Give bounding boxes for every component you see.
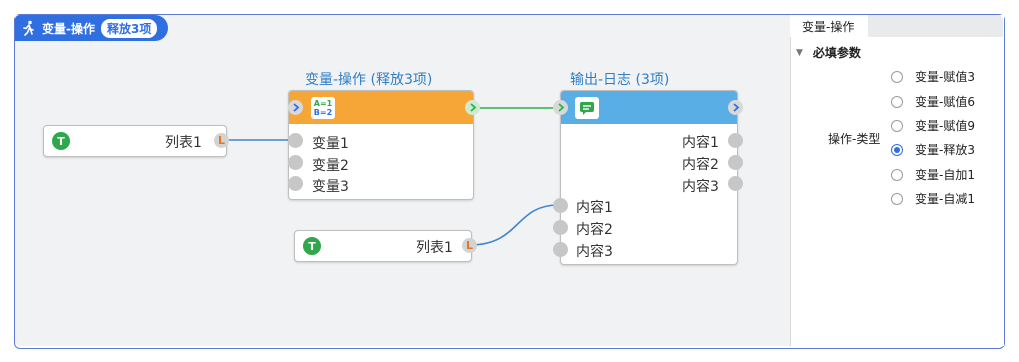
radio-button[interactable]	[891, 119, 903, 132]
log-output-label: 内容3	[682, 179, 719, 195]
radio-label: 变量-赋值9	[915, 119, 975, 133]
assign-icon-line2: B=2	[313, 108, 333, 117]
chevron-right-icon	[558, 103, 565, 112]
text-type-icon: T	[52, 132, 70, 150]
var-op-flow-out[interactable]	[465, 100, 480, 115]
list-output-port[interactable]: L	[214, 133, 229, 148]
list-output-port[interactable]: L	[462, 238, 477, 253]
var-op-node-title: 变量-操作 (释放3项)	[305, 72, 433, 88]
list-source-label: 列表1	[416, 240, 453, 256]
log-flow-in[interactable]	[553, 100, 568, 115]
radio-button[interactable]	[891, 192, 903, 205]
log-input-label: 内容2	[576, 222, 613, 238]
radio-label: 变量-赋值3	[915, 70, 975, 84]
operation-type-label: 操作-类型	[828, 132, 881, 146]
section-title: 必填参数	[812, 46, 861, 60]
radio-button[interactable]	[891, 168, 903, 181]
var-input-port[interactable]	[288, 155, 303, 170]
radio-label: 变量-释放3	[915, 143, 975, 157]
var-input-port[interactable]	[288, 133, 303, 148]
log-node-title: 输出-日志 (3项)	[570, 72, 670, 88]
var-port-label: 变量3	[312, 179, 349, 195]
flow-title-bar: 变量-操作 释放3项	[15, 15, 168, 41]
chevron-right-icon	[293, 103, 300, 112]
assign-icon: A=1 B=2	[311, 97, 335, 119]
log-output-port[interactable]	[728, 176, 743, 191]
var-input-port[interactable]	[288, 176, 303, 191]
log-output-label: 内容2	[682, 157, 719, 173]
list-source-node-1[interactable]: T 列表1	[43, 125, 227, 157]
radio-option-release3[interactable]: 变量-释放3	[891, 141, 975, 158]
run-icon	[23, 20, 34, 36]
caret-down-icon: ▼	[796, 47, 803, 58]
radio-label: 变量-自加1	[915, 168, 975, 182]
radio-button[interactable]	[891, 70, 903, 83]
list-source-label: 列表1	[165, 135, 202, 151]
var-port-label: 变量2	[312, 158, 349, 174]
chevron-right-icon	[733, 103, 740, 112]
radio-button-selected[interactable]	[891, 143, 903, 156]
log-output-port[interactable]	[728, 133, 743, 148]
log-output-port[interactable]	[728, 155, 743, 170]
radio-option-assign9[interactable]: 变量-赋值9	[891, 117, 975, 134]
radio-option-assign6[interactable]: 变量-赋值6	[891, 93, 975, 110]
radio-button[interactable]	[891, 95, 903, 108]
log-flow-out[interactable]	[728, 100, 743, 115]
radio-option-assign3[interactable]: 变量-赋值3	[891, 68, 975, 85]
list-source-node-2[interactable]: T 列表1	[294, 230, 472, 262]
radio-option-increment1[interactable]: 变量-自加1	[891, 166, 975, 183]
log-input-label: 内容3	[576, 244, 613, 260]
text-type-icon: T	[303, 237, 321, 255]
required-params-section[interactable]: ▼ 必填参数	[796, 44, 861, 61]
var-port-label: 变量1	[312, 136, 349, 152]
log-output-label: 内容1	[682, 135, 719, 151]
log-input-port[interactable]	[553, 198, 568, 213]
var-op-flow-in[interactable]	[288, 100, 303, 115]
flow-title: 变量-操作	[42, 21, 95, 36]
flow-count-badge: 释放3项	[100, 18, 158, 38]
radio-option-decrement1[interactable]: 变量-自减1	[891, 190, 975, 207]
log-input-label: 内容1	[576, 200, 613, 216]
panel-tab-strip	[868, 15, 1003, 37]
assign-icon-line1: A=1	[313, 99, 333, 108]
radio-label: 变量-赋值6	[915, 95, 975, 109]
tab-variable-operation[interactable]: 变量-操作	[790, 15, 868, 37]
message-icon	[575, 97, 599, 119]
log-input-port[interactable]	[553, 242, 568, 257]
chevron-right-icon	[470, 103, 477, 112]
radio-label: 变量-自减1	[915, 192, 975, 206]
log-input-port[interactable]	[553, 220, 568, 235]
